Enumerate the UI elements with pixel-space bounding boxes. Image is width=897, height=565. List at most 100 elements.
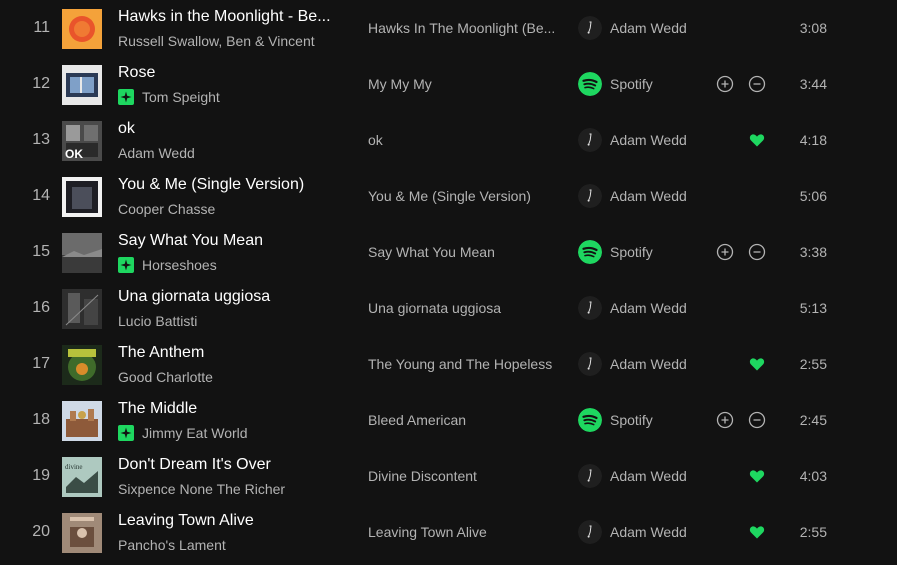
- track-artist-line: Horseshoes: [118, 257, 348, 273]
- track-row[interactable]: 18 The Middle Jimmy Eat World Bleed Amer…: [0, 392, 897, 448]
- track-artist-line: Lucio Battisti: [118, 313, 348, 329]
- track-duration: 2:55: [799, 356, 827, 372]
- added-by[interactable]: Spotify: [610, 412, 653, 428]
- track-duration: 3:38: [799, 244, 827, 260]
- added-by[interactable]: Adam Wedd: [610, 468, 687, 484]
- track-artist-line: Russell Swallow, Ben & Vincent: [118, 33, 348, 49]
- track-title[interactable]: You & Me (Single Version): [118, 176, 344, 194]
- track-row[interactable]: 16 Una giornata uggiosa Lucio Battisti U…: [0, 280, 897, 336]
- album-cover: [62, 289, 102, 329]
- track-title[interactable]: ok: [118, 120, 344, 138]
- user-avatar-icon[interactable]: [578, 296, 602, 320]
- track-row[interactable]: 12 Rose Tom Speight My My My Spotify 3:4…: [0, 56, 897, 112]
- track-album[interactable]: Bleed American: [368, 412, 560, 428]
- track-album[interactable]: Leaving Town Alive: [368, 524, 560, 540]
- hide-song-button[interactable]: [748, 411, 766, 429]
- hide-song-button[interactable]: [748, 243, 766, 261]
- track-row[interactable]: 11 Hawks in the Moonlight - Be... Russel…: [0, 0, 897, 56]
- track-row[interactable]: 19 divine Don't Dream It's Over Sixpence…: [0, 448, 897, 504]
- track-album[interactable]: You & Me (Single Version): [368, 188, 560, 204]
- track-artist[interactable]: Adam Wedd: [118, 145, 195, 161]
- track-album[interactable]: My My My: [368, 76, 560, 92]
- track-album[interactable]: Hawks In The Moonlight (Be...: [368, 20, 560, 36]
- track-artist-line: Jimmy Eat World: [118, 425, 348, 441]
- track-title[interactable]: Leaving Town Alive: [118, 512, 344, 530]
- track-album[interactable]: Una giornata uggiosa: [368, 300, 560, 316]
- add-to-playlist-button[interactable]: [716, 411, 734, 429]
- track-artist-line: Adam Wedd: [118, 145, 348, 161]
- track-album[interactable]: ok: [368, 132, 560, 148]
- user-avatar-icon[interactable]: [578, 128, 602, 152]
- track-title[interactable]: Don't Dream It's Over: [118, 456, 344, 474]
- track-row[interactable]: 13 OK ok Adam Wedd ok Adam Wedd 4:18: [0, 112, 897, 168]
- track-title[interactable]: The Anthem: [118, 344, 344, 362]
- track-duration: 5:06: [799, 188, 827, 204]
- track-artist[interactable]: Lucio Battisti: [118, 313, 197, 329]
- added-by[interactable]: Adam Wedd: [610, 20, 687, 36]
- sparkle-badge-icon: [118, 425, 134, 441]
- track-title[interactable]: Rose: [118, 64, 344, 82]
- track-number: 17: [32, 355, 50, 372]
- added-by[interactable]: Adam Wedd: [610, 524, 687, 540]
- track-artist[interactable]: Good Charlotte: [118, 369, 213, 385]
- album-cover: [62, 9, 102, 49]
- liked-heart-icon[interactable]: [749, 356, 765, 372]
- album-cover: OK: [62, 121, 102, 161]
- track-artist-line: Sixpence None The Richer: [118, 481, 348, 497]
- track-album[interactable]: Divine Discontent: [368, 468, 560, 484]
- liked-heart-icon[interactable]: [749, 468, 765, 484]
- spotify-logo-icon[interactable]: [578, 240, 602, 264]
- track-row[interactable]: 20 Leaving Town Alive Pancho's Lament Le…: [0, 504, 897, 560]
- user-avatar-icon[interactable]: [578, 184, 602, 208]
- added-by[interactable]: Spotify: [610, 76, 653, 92]
- liked-heart-icon[interactable]: [749, 524, 765, 540]
- track-artist-line: Cooper Chasse: [118, 201, 348, 217]
- track-artist[interactable]: Cooper Chasse: [118, 201, 215, 217]
- album-cover: divine: [62, 457, 102, 497]
- added-by[interactable]: Spotify: [610, 244, 653, 260]
- track-number: 11: [33, 19, 50, 36]
- track-artist[interactable]: Pancho's Lament: [118, 537, 226, 553]
- track-duration: 4:18: [799, 132, 827, 148]
- track-row[interactable]: 17 The Anthem Good Charlotte The Young a…: [0, 336, 897, 392]
- track-duration: 4:03: [799, 468, 827, 484]
- track-duration: 3:08: [799, 20, 827, 36]
- add-to-playlist-button[interactable]: [716, 243, 734, 261]
- album-cover: [62, 65, 102, 105]
- track-title[interactable]: Una giornata uggiosa: [118, 288, 344, 306]
- user-avatar-icon[interactable]: [578, 520, 602, 544]
- spotify-logo-icon[interactable]: [578, 72, 602, 96]
- liked-heart-icon[interactable]: [749, 132, 765, 148]
- track-title[interactable]: The Middle: [118, 400, 344, 418]
- added-by[interactable]: Adam Wedd: [610, 356, 687, 372]
- svg-text:OK: OK: [65, 147, 83, 161]
- track-number: 14: [32, 187, 50, 204]
- add-to-playlist-button[interactable]: [716, 75, 734, 93]
- track-row[interactable]: 15 Say What You Mean Horseshoes Say What…: [0, 224, 897, 280]
- added-by[interactable]: Adam Wedd: [610, 132, 687, 148]
- track-title[interactable]: Say What You Mean: [118, 232, 344, 250]
- added-by[interactable]: Adam Wedd: [610, 188, 687, 204]
- track-album[interactable]: The Young and The Hopeless: [368, 356, 560, 372]
- track-duration: 5:13: [799, 300, 827, 316]
- hide-song-button[interactable]: [748, 75, 766, 93]
- track-number: 18: [32, 411, 50, 428]
- track-number: 12: [32, 75, 50, 92]
- user-avatar-icon[interactable]: [578, 352, 602, 376]
- track-artist[interactable]: Sixpence None The Richer: [118, 481, 285, 497]
- track-duration: 3:44: [799, 76, 827, 92]
- track-artist[interactable]: Jimmy Eat World: [142, 425, 248, 441]
- track-row[interactable]: 14 You & Me (Single Version) Cooper Chas…: [0, 168, 897, 224]
- user-avatar-icon[interactable]: [578, 464, 602, 488]
- track-artist[interactable]: Horseshoes: [142, 257, 217, 273]
- added-by[interactable]: Adam Wedd: [610, 300, 687, 316]
- album-cover: [62, 233, 102, 273]
- track-album[interactable]: Say What You Mean: [368, 244, 560, 260]
- track-artist[interactable]: Russell Swallow, Ben & Vincent: [118, 33, 315, 49]
- track-artist[interactable]: Tom Speight: [142, 89, 220, 105]
- album-cover: [62, 177, 102, 217]
- track-artist-line: Good Charlotte: [118, 369, 348, 385]
- user-avatar-icon[interactable]: [578, 16, 602, 40]
- spotify-logo-icon[interactable]: [578, 408, 602, 432]
- track-title[interactable]: Hawks in the Moonlight - Be...: [118, 8, 344, 26]
